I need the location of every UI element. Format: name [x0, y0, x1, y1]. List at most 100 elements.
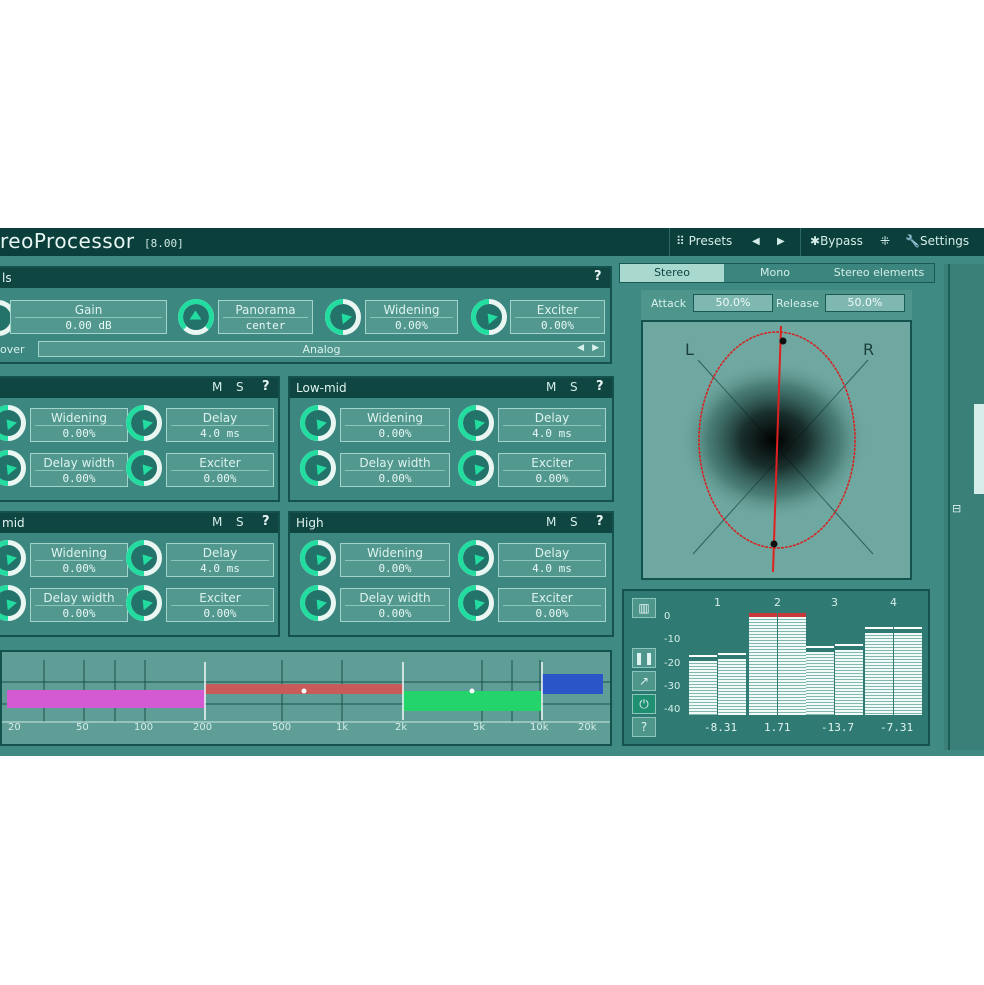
delay-width-field[interactable]: Delay width 0.00% — [340, 588, 450, 622]
freq-label: 50 — [76, 722, 89, 733]
widening-field[interactable]: Widening 0.00% — [30, 543, 128, 577]
tab-stereo[interactable]: Stereo — [620, 264, 724, 282]
delay-label: Delay — [534, 411, 570, 425]
right-label: R — [863, 340, 874, 359]
presets-button[interactable]: ⠿ Presets — [676, 234, 732, 248]
meter-mode-button[interactable]: ▥ — [632, 598, 656, 618]
clip-indicator — [749, 613, 777, 617]
crossover-display[interactable] — [0, 650, 612, 746]
exciter-field[interactable]: Exciter 0.00% — [498, 588, 606, 622]
delay-knob[interactable] — [118, 397, 170, 449]
delay-width-knob[interactable] — [292, 442, 344, 494]
side-button[interactable]: S — [236, 515, 244, 529]
help-button[interactable]: ? — [594, 269, 602, 284]
side-button[interactable]: S — [570, 515, 578, 529]
help-button[interactable]: ? — [262, 514, 270, 529]
crossover-next-button[interactable]: ▶ — [592, 343, 599, 353]
delay-width-field[interactable]: Delay width 0.00% — [340, 453, 450, 487]
tab-stereo-elements[interactable]: Stereo elements — [826, 264, 932, 282]
exciter-knob[interactable] — [450, 442, 502, 494]
panorama-knob[interactable] — [178, 299, 214, 335]
widening-label: Widening — [50, 411, 108, 425]
delay-width-field[interactable]: Delay width 0.00% — [30, 453, 128, 487]
peak-readout[interactable]: 1.71 — [764, 721, 791, 734]
collapse-icon[interactable]: ⊟ — [952, 502, 961, 515]
settings-button[interactable]: 🔧Settings — [905, 234, 969, 248]
side-button[interactable]: S — [236, 380, 244, 394]
panorama-field[interactable]: Panorama center — [218, 300, 313, 334]
release-field[interactable]: 50.0% — [825, 294, 905, 312]
gain-value: 0.00 dB — [65, 319, 112, 332]
exciter-field[interactable]: Exciter 0.00% — [166, 453, 274, 487]
help-button[interactable]: ? — [596, 379, 604, 394]
widening-field[interactable]: Widening 0.00% — [340, 543, 450, 577]
widening-field[interactable]: Widening 0.00% — [340, 408, 450, 442]
panel-header: High M S ? — [290, 513, 612, 533]
panel-header: mid M S ? — [0, 513, 278, 533]
mid-button[interactable]: M — [546, 380, 556, 394]
bypass-button[interactable]: ✱Bypass — [810, 234, 863, 248]
widening-knob[interactable] — [292, 397, 344, 449]
gain-field[interactable]: Gain 0.00 dB — [10, 300, 167, 334]
meter-bar — [865, 633, 893, 715]
exciter-knob[interactable] — [118, 442, 170, 494]
widening-knob[interactable] — [292, 532, 344, 584]
meter-scale-label: -40 — [664, 704, 681, 715]
side-button[interactable]: S — [570, 380, 578, 394]
widening-field[interactable]: Widening 0.00% — [30, 408, 128, 442]
crossover-prev-button[interactable]: ◀ — [577, 343, 584, 353]
help-button[interactable]: ? — [596, 514, 604, 529]
delay-field[interactable]: Delay 4.0 ms — [498, 543, 606, 577]
delay-knob[interactable] — [118, 532, 170, 584]
mid-button[interactable]: M — [212, 380, 222, 394]
preset-next-button[interactable]: ▶ — [777, 236, 785, 247]
band-high-bar[interactable] — [542, 674, 603, 694]
delay-width-knob[interactable] — [0, 442, 34, 494]
delay-value: 4.0 ms — [200, 427, 240, 440]
delay-width-knob[interactable] — [292, 577, 344, 629]
peak-readout[interactable]: -8.31 — [704, 721, 737, 734]
peak-readout[interactable]: -7.31 — [880, 721, 913, 734]
crossover-select[interactable]: Analog ◀ ▶ — [38, 341, 605, 357]
widening-knob[interactable] — [0, 532, 34, 584]
mid-button[interactable]: M — [546, 515, 556, 529]
widening-knob[interactable] — [317, 291, 369, 343]
delay-field[interactable]: Delay 4.0 ms — [498, 408, 606, 442]
delay-width-knob[interactable] — [0, 577, 34, 629]
exciter-value: 0.00% — [203, 607, 237, 620]
delay-field[interactable]: Delay 4.0 ms — [166, 408, 274, 442]
tab-mono[interactable]: Mono — [726, 264, 824, 282]
exciter-field[interactable]: Exciter 0.00% — [166, 588, 274, 622]
band-low-bar[interactable] — [7, 690, 205, 708]
band-mid-bar[interactable] — [403, 691, 541, 711]
attack-field[interactable]: 50.0% — [693, 294, 773, 312]
mid-button[interactable]: M — [212, 515, 222, 529]
peak-readout[interactable]: -13.7 — [821, 721, 854, 734]
preset-prev-button[interactable]: ◀ — [752, 236, 760, 247]
delay-width-label: Delay width — [359, 456, 431, 470]
delay-knob[interactable] — [450, 532, 502, 584]
panorama-label: Panorama — [235, 303, 296, 317]
exciter-knob[interactable] — [450, 577, 502, 629]
widening-field[interactable]: Widening 0.00% — [365, 300, 458, 334]
side-scroll-thumb[interactable] — [974, 404, 984, 494]
freq-label: 20 — [8, 722, 21, 733]
expand-button[interactable]: ↗ — [632, 671, 656, 691]
help-button[interactable]: ? — [262, 379, 270, 394]
delay-knob[interactable] — [450, 397, 502, 449]
delay-label: Delay — [202, 411, 238, 425]
power-button[interactable]: ⏻ — [632, 694, 656, 714]
meter-help-button[interactable]: ? — [632, 717, 656, 737]
delay-field[interactable]: Delay 4.0 ms — [166, 543, 274, 577]
panel-header: ls ? — [0, 268, 610, 288]
pause-button[interactable]: ❚❚ — [632, 648, 656, 668]
delay-width-field[interactable]: Delay width 0.00% — [30, 588, 128, 622]
exciter-value: 0.00% — [535, 607, 569, 620]
band-panel: mid M S ? Widening 0.00% Delay 4.0 ms Dela… — [0, 511, 280, 637]
exciter-knob[interactable] — [463, 291, 515, 343]
exciter-field[interactable]: Exciter 0.00% — [510, 300, 605, 334]
routing-button[interactable]: ⁜ — [880, 234, 890, 248]
exciter-knob[interactable] — [118, 577, 170, 629]
exciter-field[interactable]: Exciter 0.00% — [498, 453, 606, 487]
widening-knob[interactable] — [0, 397, 34, 449]
